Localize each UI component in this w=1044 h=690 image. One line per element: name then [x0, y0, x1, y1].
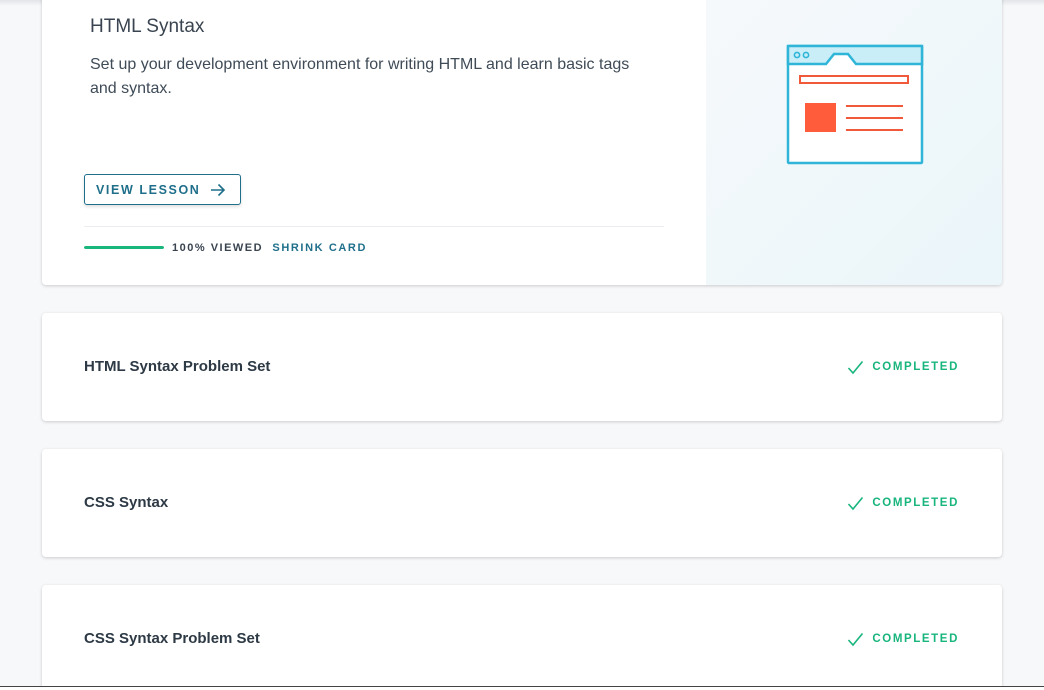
status-badge: COMPLETED	[847, 358, 959, 375]
status-badge: COMPLETED	[847, 630, 959, 647]
card-divider	[84, 226, 664, 227]
lesson-card-body: HTML Syntax Set up your development envi…	[42, 0, 706, 285]
lesson-card-expanded: HTML Syntax Set up your development envi…	[42, 0, 1002, 285]
lesson-description: Set up your development environment for …	[90, 56, 630, 97]
progress-bar-fill	[84, 246, 164, 249]
lesson-illustration-panel	[706, 0, 1002, 285]
view-lesson-label: VIEW LESSON	[96, 182, 201, 197]
lesson-title: HTML Syntax	[90, 16, 205, 37]
lesson-list-viewport: HTML Syntax Set up your development envi…	[0, 0, 1044, 690]
lesson-row[interactable]: CSS Syntax COMPLETED	[42, 449, 1002, 557]
lesson-row-title: HTML Syntax Problem Set	[84, 358, 271, 375]
shrink-card-button[interactable]: SHRINK CARD	[272, 242, 367, 254]
view-lesson-button[interactable]: VIEW LESSON	[84, 174, 241, 205]
check-icon	[847, 360, 864, 375]
status-badge: COMPLETED	[847, 494, 959, 511]
browser-window-illustration	[786, 44, 924, 165]
bottom-edge	[0, 686, 1044, 690]
lesson-row-title: CSS Syntax Problem Set	[84, 630, 260, 647]
lesson-row[interactable]: CSS Syntax Problem Set COMPLETED	[42, 585, 1002, 690]
status-label: COMPLETED	[872, 496, 959, 509]
check-icon	[847, 496, 864, 511]
progress-label: 100% VIEWED	[172, 242, 264, 254]
progress-bar	[84, 246, 164, 249]
lesson-row[interactable]: HTML Syntax Problem Set COMPLETED	[42, 313, 1002, 421]
check-icon	[847, 632, 864, 647]
arrow-right-icon	[210, 183, 226, 197]
status-label: COMPLETED	[872, 632, 959, 645]
status-label: COMPLETED	[872, 360, 959, 373]
lesson-row-title: CSS Syntax	[84, 494, 169, 511]
